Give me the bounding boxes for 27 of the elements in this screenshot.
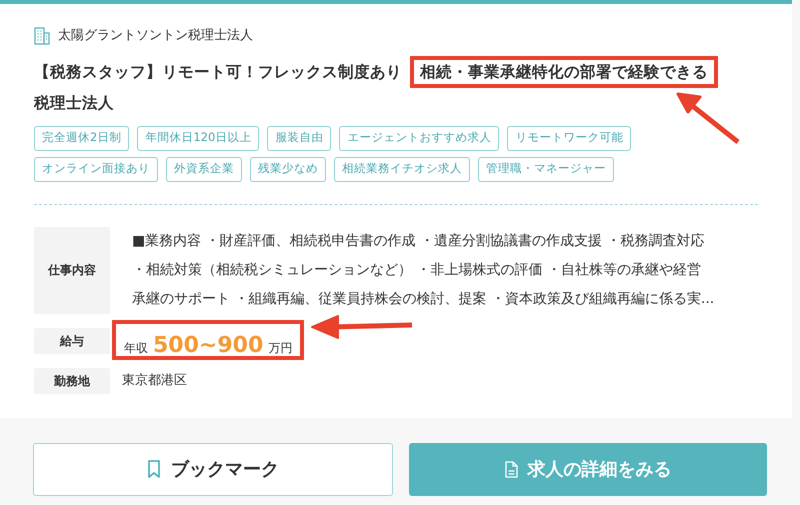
salary-prefix: 年収 xyxy=(124,340,148,356)
tag: 完全週休2日制 xyxy=(34,126,130,150)
tag: 残業少なめ xyxy=(250,156,326,182)
tag: 相続業務イチオシ求人 xyxy=(334,156,470,182)
tag: 管理職・マネージャー xyxy=(478,156,614,182)
bookmark-button[interactable]: ブックマーク xyxy=(33,442,393,496)
detail-value: ■業務内容 ・財産評価、相続税申告書の作成 ・遺産分割協議書の作成支援 ・税務調査対応 ・相続対策（相続税シミュレーションなど） ・非上場株式の評価 ・自社株等の承継や経営 承継のサポート ・組織再編、従業員持株会の検討、提案 ・資本政策及び組織再編に係る実... xyxy=(132,232,714,308)
tag: 服装自由 xyxy=(267,126,332,150)
annotation-arrow xyxy=(676,92,740,144)
tag: 年間休日120日以上 xyxy=(137,126,260,150)
highlighted-title-text: 相続・事業承継特化の部署で経験できる xyxy=(410,56,718,88)
salary-unit: 万円 xyxy=(268,340,292,356)
tag: エージェントおすすめ求人 xyxy=(339,126,500,150)
detail-label: 給与 xyxy=(34,328,110,354)
detail-label: 仕事内容 xyxy=(34,226,110,314)
salary-amount: 500~900 xyxy=(153,332,264,360)
detail-label: 勤務地 xyxy=(34,368,110,394)
bookmark-icon xyxy=(147,460,161,478)
company-name: 太陽グラントソントン税理士法人 xyxy=(58,27,253,45)
job-title: 【税務スタッフ】リモート可！フレックス制度あり xyxy=(34,62,402,82)
tag: オンライン面接あり xyxy=(34,156,158,182)
detail-value: 東京都港区 xyxy=(122,372,187,390)
building-icon xyxy=(34,26,50,45)
tag: 外資系企業 xyxy=(166,156,242,182)
tag: リモートワーク可能 xyxy=(507,126,632,150)
job-title: 税理士法人 xyxy=(34,92,114,114)
document-icon xyxy=(504,460,518,478)
